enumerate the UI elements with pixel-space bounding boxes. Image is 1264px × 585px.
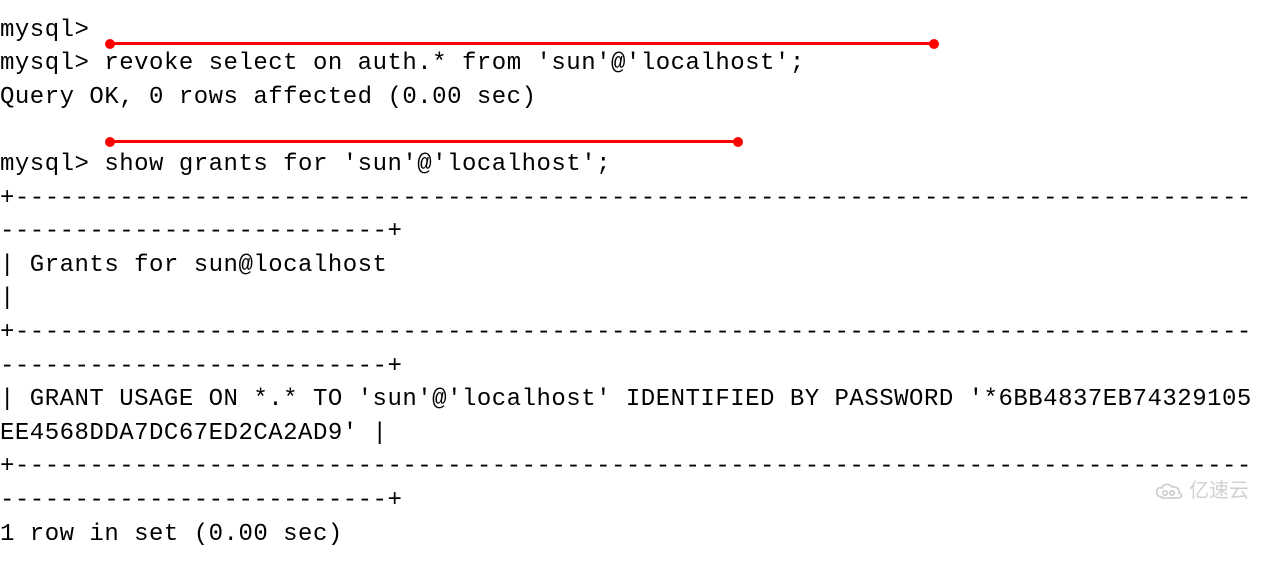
result-footer: 1 row in set (0.00 sec)	[0, 518, 1264, 552]
table-data-row: | GRANT USAGE ON *.* TO 'sun'@'localhost…	[0, 383, 1264, 450]
result-1: Query OK, 0 rows affected (0.00 sec)	[0, 81, 1264, 115]
annotation-underline-1	[108, 42, 936, 45]
annotation-underline-2	[108, 140, 740, 143]
table-sep-mid: +---------------------------------------…	[0, 316, 1264, 383]
table-header-row: | Grants for sun@localhost |	[0, 249, 1264, 316]
cmd-line-2: mysql> show grants for 'sun'@'localhost'…	[0, 148, 1264, 182]
terminal-output: mysql>mysql> revoke select on auth.* fro…	[0, 0, 1264, 585]
show-grants-command: show grants for 'sun'@'localhost';	[104, 151, 611, 178]
prompt-1: mysql>	[0, 50, 104, 77]
table-sep-top: +---------------------------------------…	[0, 182, 1264, 249]
cmd-line-1: mysql> revoke select on auth.* from 'sun…	[0, 47, 1264, 81]
table-sep-bot: +---------------------------------------…	[0, 450, 1264, 517]
prompt-2: mysql>	[0, 151, 104, 178]
revoke-command: revoke select on auth.* from 'sun'@'loca…	[104, 50, 804, 77]
